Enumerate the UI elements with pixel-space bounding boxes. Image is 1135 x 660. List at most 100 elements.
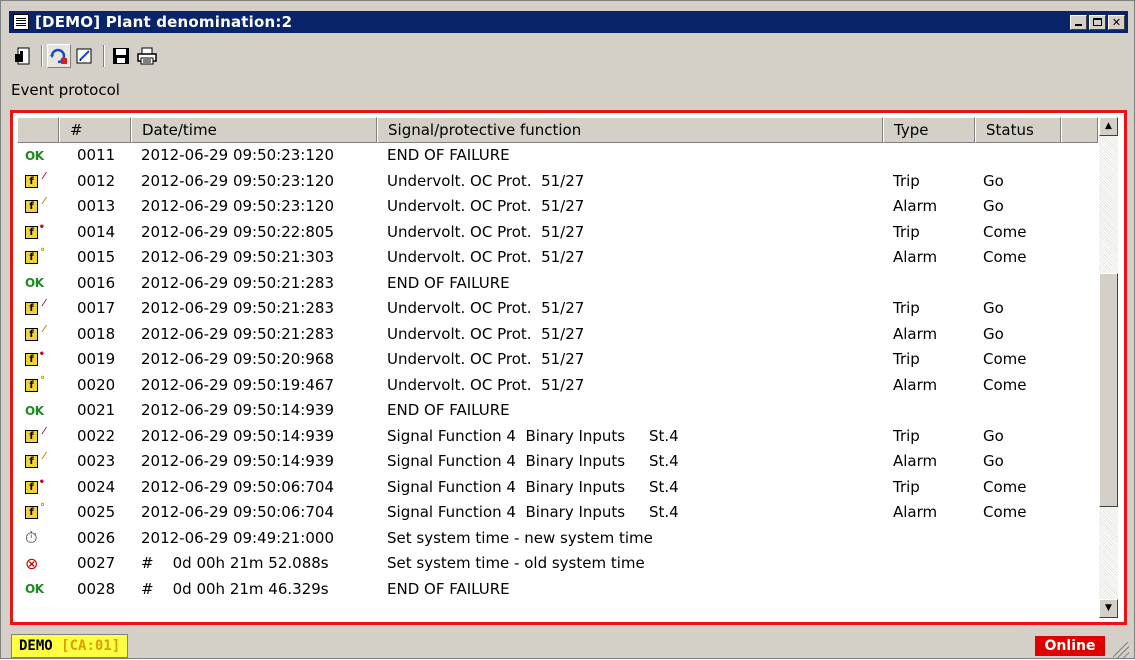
table-row[interactable]: f • 0014 2012-06-29 09:50:22:805 Undervolt. … xyxy=(17,220,1098,246)
app-icon[interactable] xyxy=(13,14,29,30)
fault-go-icon: f ⁄ xyxy=(25,298,45,316)
table-row[interactable]: f ° 0020 2012-06-29 09:50:19:467 Undervolt. … xyxy=(17,373,1098,399)
row-number: 0023 xyxy=(77,452,116,470)
table-row[interactable]: OK 0021 2012-06-29 09:50:14:939 END OF FAIL… xyxy=(17,398,1098,424)
row-number: 0012 xyxy=(77,171,116,190)
resize-grip-icon[interactable] xyxy=(1113,642,1129,658)
arrow-down-icon: ▼ xyxy=(1105,603,1112,613)
table-row[interactable]: ⏱ 0026 2012-06-29 09:49:21:000 Set system t… xyxy=(17,526,1098,552)
row-datetime: 2012-06-29 09:50:19:467 xyxy=(141,375,334,394)
table-row[interactable]: f ⁄ 0013 2012-06-29 09:50:23:120 Undervolt. … xyxy=(17,194,1098,220)
maximize-button[interactable] xyxy=(1089,14,1106,30)
section-label: Event protocol xyxy=(11,81,120,99)
row-status: Go xyxy=(983,452,1004,470)
row-signal: END OF FAILURE xyxy=(387,579,510,598)
status-bar: DEMO [CA:01] Online xyxy=(1,632,1135,660)
scroll-down-button[interactable]: ▼ xyxy=(1099,599,1118,618)
table-row[interactable]: f ⁄ 0012 2012-06-29 09:50:23:120 Undervolt. … xyxy=(17,169,1098,195)
row-signal: Undervolt. OC Prot. 51/27 xyxy=(387,197,585,215)
row-type xyxy=(883,271,975,297)
scroll-up-button[interactable]: ▲ xyxy=(1099,117,1118,136)
row-number: 0028 xyxy=(77,579,116,598)
table-row[interactable]: f ⁄ 0023 2012-06-29 09:50:14:939 Signal Func… xyxy=(17,449,1098,475)
row-datetime: 2012-06-29 09:50:21:283 xyxy=(141,299,334,317)
table-row[interactable]: f ° 0025 2012-06-29 09:50:06:704 Signal Func… xyxy=(17,500,1098,526)
row-type xyxy=(883,143,975,169)
row-number: 0015 xyxy=(77,248,116,266)
row-number: 0016 xyxy=(77,273,116,292)
clock-icon: ⏱ xyxy=(25,528,38,548)
row-datetime: # 0d 00h 21m 52.088s xyxy=(141,554,329,572)
table-row[interactable]: f ⁄ 0022 2012-06-29 09:50:14:939 Signal Func… xyxy=(17,424,1098,450)
clock-old-icon: ⊗ xyxy=(25,553,39,573)
table-row[interactable]: f ⁄ 0018 2012-06-29 09:50:21:283 Undervolt. … xyxy=(17,322,1098,348)
row-datetime: 2012-06-29 09:50:21:283 xyxy=(141,273,334,292)
column-header-datetime[interactable]: Date/time xyxy=(131,117,377,143)
table-row[interactable]: OK 0028 # 0d 00h 21m 46.329s END OF FAILURE xyxy=(17,577,1098,603)
row-icon-cell: f ° xyxy=(17,500,59,526)
row-signal: Signal Function 4 Binary Inputs St.4 xyxy=(387,477,679,496)
fault-come-icon: f • xyxy=(25,222,45,239)
row-icon-cell: f ⁄ xyxy=(17,424,59,450)
row-icon-cell: ⊗ xyxy=(17,551,59,577)
row-type xyxy=(883,398,975,424)
table-row[interactable]: OK 0016 2012-06-29 09:50:21:283 END OF FAIL… xyxy=(17,271,1098,297)
table-row[interactable]: f ⁄ 0017 2012-06-29 09:50:21:283 Undervolt. … xyxy=(17,296,1098,322)
row-datetime: 2012-06-29 09:50:14:939 xyxy=(141,426,334,445)
save-icon[interactable] xyxy=(109,44,133,68)
table-header: # Date/time Signal/protective function T… xyxy=(17,117,1098,143)
row-datetime: 2012-06-29 09:50:20:968 xyxy=(141,350,334,368)
table-row[interactable]: f ° 0015 2012-06-29 09:50:21:303 Undervolt. … xyxy=(17,245,1098,271)
close-button[interactable]: ✕ xyxy=(1108,14,1125,30)
row-number: 0019 xyxy=(77,350,116,368)
column-header-type[interactable]: Type xyxy=(883,117,975,143)
event-protocol-window: [DEMO] Plant denomination:2 ✕ Event prot… xyxy=(0,0,1135,659)
fault-come-alarm-icon: f ° xyxy=(25,375,45,392)
row-number: 0026 xyxy=(77,528,116,547)
row-status: Go xyxy=(983,171,1004,190)
row-status xyxy=(975,271,1061,297)
scrollbar-thumb[interactable] xyxy=(1099,273,1118,507)
row-signal: Undervolt. OC Prot. 51/27 xyxy=(387,350,585,368)
row-icon-cell: f ⁄ xyxy=(17,449,59,475)
fault-go-icon: f ⁄ xyxy=(25,426,45,443)
column-header-number[interactable]: # xyxy=(59,117,131,143)
exit-icon[interactable] xyxy=(11,44,35,68)
fault-come-alarm-icon: f ° xyxy=(25,247,45,265)
row-datetime: 2012-06-29 09:49:21:000 xyxy=(141,528,334,547)
title-bar[interactable]: [DEMO] Plant denomination:2 ✕ xyxy=(9,11,1128,33)
row-type: Alarm xyxy=(893,375,938,394)
table-row[interactable]: f • 0024 2012-06-29 09:50:06:704 Signal Func… xyxy=(17,475,1098,501)
arrow-up-icon: ▲ xyxy=(1105,121,1112,131)
vertical-scrollbar[interactable]: ▲ ▼ xyxy=(1099,117,1118,618)
row-number: 0022 xyxy=(77,426,116,445)
column-header-icon[interactable] xyxy=(17,117,59,143)
event-table-frame: # Date/time Signal/protective function T… xyxy=(10,110,1127,625)
row-datetime: 2012-06-29 09:50:23:120 xyxy=(141,146,334,164)
column-header-signal[interactable]: Signal/protective function xyxy=(377,117,883,143)
row-icon-cell: f ° xyxy=(17,373,59,399)
row-datetime: 2012-06-29 09:50:06:704 xyxy=(141,503,334,521)
edit-icon[interactable] xyxy=(73,44,97,68)
fault-come-icon: f • xyxy=(25,349,45,367)
refresh-icon[interactable] xyxy=(47,44,71,68)
print-icon[interactable] xyxy=(135,44,159,68)
row-icon-cell: OK xyxy=(17,577,59,603)
table-row[interactable]: OK 0011 2012-06-29 09:50:23:120 END OF FAIL… xyxy=(17,143,1098,169)
toolbar xyxy=(11,37,161,75)
row-icon-cell: ⏱ xyxy=(17,526,59,552)
table-row[interactable]: ⊗ 0027 # 0d 00h 21m 52.088s Set system time… xyxy=(17,551,1098,577)
row-type: Trip xyxy=(893,426,920,445)
row-number: 0014 xyxy=(77,222,116,241)
row-signal: Set system time - new system time xyxy=(387,528,653,547)
row-type: Alarm xyxy=(893,503,938,521)
row-icon-cell: f ⁄ xyxy=(17,194,59,220)
column-header-status[interactable]: Status xyxy=(975,117,1061,143)
minimize-button[interactable] xyxy=(1070,14,1087,30)
table-row[interactable]: f • 0019 2012-06-29 09:50:20:968 Undervolt. … xyxy=(17,347,1098,373)
ca-label: [CA:01] xyxy=(61,638,121,654)
row-signal: Undervolt. OC Prot. 51/27 xyxy=(387,248,585,266)
row-number: 0013 xyxy=(77,197,116,215)
row-status xyxy=(975,526,1061,552)
row-status: Come xyxy=(983,477,1027,496)
